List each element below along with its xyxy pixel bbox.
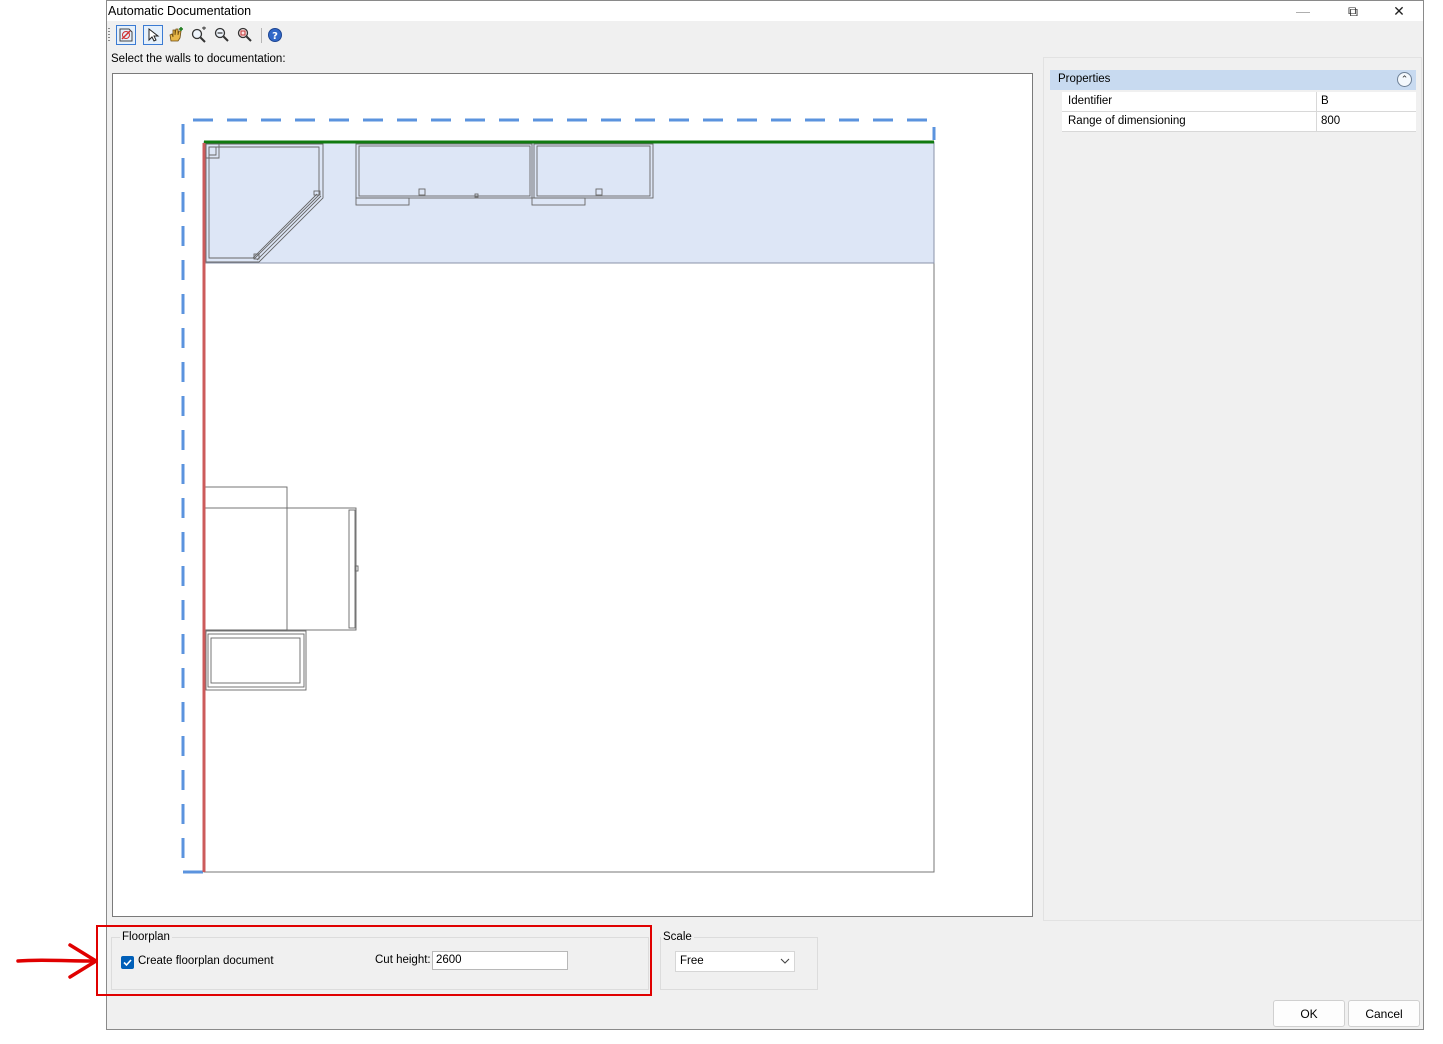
svg-text:?: ? bbox=[272, 31, 278, 42]
instruction-label: Select the walls to documentation: bbox=[111, 53, 286, 65]
wall-select-icon[interactable] bbox=[116, 25, 136, 45]
annotation-highlight-box bbox=[96, 925, 652, 996]
properties-panel: Properties ⌃ Identifier B Range of dimen… bbox=[1043, 57, 1422, 921]
scale-group-label: Scale bbox=[661, 931, 694, 943]
property-value[interactable]: B bbox=[1316, 92, 1416, 111]
cancel-button[interactable]: Cancel bbox=[1348, 1000, 1420, 1027]
property-value[interactable]: 800 bbox=[1316, 112, 1416, 131]
pointer-icon[interactable] bbox=[143, 25, 163, 45]
toolbar-grip[interactable] bbox=[108, 28, 110, 42]
zoom-window-icon[interactable] bbox=[235, 25, 255, 45]
property-row-range[interactable]: Range of dimensioning 800 bbox=[1062, 112, 1416, 132]
toolbar-separator bbox=[261, 28, 262, 43]
left-furniture bbox=[204, 486, 359, 691]
title-bar: Automatic Documentation — ⧉ ✕ bbox=[107, 1, 1423, 21]
scale-dropdown[interactable]: Free bbox=[675, 951, 795, 972]
chevron-down-icon bbox=[780, 958, 790, 964]
scale-group: Scale Free bbox=[660, 931, 818, 990]
dialog-window: Automatic Documentation — ⧉ ✕ ? Select t… bbox=[96, 0, 1424, 1030]
floorplan-drawing[interactable] bbox=[113, 74, 1034, 918]
drawing-canvas[interactable] bbox=[112, 73, 1033, 917]
cabinet-zone bbox=[203, 141, 935, 264]
properties-header[interactable]: Properties ⌃ bbox=[1050, 70, 1416, 90]
zoom-out-icon[interactable] bbox=[212, 25, 232, 45]
collapse-icon[interactable]: ⌃ bbox=[1397, 72, 1412, 87]
help-icon[interactable]: ? bbox=[265, 25, 285, 45]
annotation-arrow bbox=[16, 943, 98, 979]
property-name: Identifier bbox=[1068, 95, 1113, 107]
toolbar: ? bbox=[107, 23, 407, 47]
pan-hand-icon[interactable] bbox=[166, 25, 186, 45]
properties-title: Properties bbox=[1058, 73, 1111, 85]
zoom-extents-icon[interactable] bbox=[189, 25, 209, 45]
scale-selected-value: Free bbox=[680, 955, 704, 967]
restore-button[interactable]: ⧉ bbox=[1331, 1, 1375, 21]
property-row-identifier[interactable]: Identifier B bbox=[1062, 92, 1416, 112]
property-name: Range of dimensioning bbox=[1068, 115, 1186, 127]
window-title: Automatic Documentation bbox=[108, 4, 252, 18]
minimize-button[interactable]: — bbox=[1281, 1, 1325, 21]
ok-button[interactable]: OK bbox=[1273, 1000, 1345, 1027]
close-button[interactable]: ✕ bbox=[1377, 1, 1421, 21]
